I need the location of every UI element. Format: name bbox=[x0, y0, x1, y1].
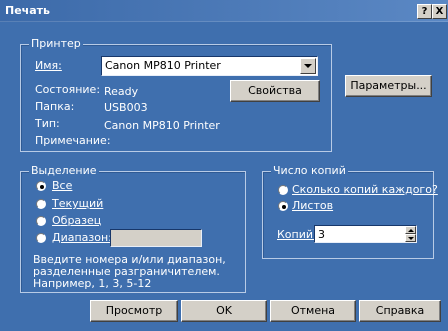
copies-label: Копий: bbox=[277, 228, 317, 241]
help-button[interactable]: Справка bbox=[359, 300, 441, 322]
print-dialog: Печать ? X Принтер Имя: Canon MP810 Prin… bbox=[0, 0, 448, 331]
option-collate-label[interactable]: Сколько копий каждого? bbox=[292, 184, 438, 196]
printer-name-dropdown[interactable]: Canon MP810 Printer bbox=[101, 56, 318, 76]
status-value: Ready bbox=[104, 85, 139, 98]
title-bar: Печать ? X bbox=[0, 0, 448, 22]
spin-down-icon[interactable] bbox=[405, 234, 416, 242]
chevron-down-icon[interactable] bbox=[300, 58, 316, 74]
printer-name-label: Имя: bbox=[35, 59, 62, 72]
close-icon[interactable]: X bbox=[432, 4, 447, 19]
preview-button[interactable]: Просмотр bbox=[90, 300, 178, 322]
radio-current[interactable] bbox=[36, 199, 46, 209]
type-value: Canon MP810 Printer bbox=[104, 119, 220, 132]
radio-range[interactable] bbox=[36, 233, 46, 243]
comment-label: Примечание: bbox=[35, 134, 111, 147]
properties-button[interactable]: Свойства bbox=[230, 80, 320, 102]
selection-group-label: Выделение bbox=[29, 164, 99, 177]
option-current-label[interactable]: Текущий bbox=[52, 198, 103, 210]
parameters-button[interactable]: Параметры... bbox=[345, 75, 432, 97]
folder-label: Папка: bbox=[35, 100, 75, 113]
printer-group-label: Принтер bbox=[29, 37, 83, 50]
copies-group-label: Число копий bbox=[271, 164, 348, 177]
option-all-label[interactable]: Все bbox=[52, 180, 72, 192]
radio-all[interactable] bbox=[36, 181, 46, 191]
copies-value: 3 bbox=[318, 228, 325, 241]
option-sample-label[interactable]: Образец bbox=[52, 215, 101, 227]
radio-sheets[interactable] bbox=[278, 201, 288, 211]
option-range-label[interactable]: Диапазон: bbox=[52, 232, 112, 244]
option-sheets-label[interactable]: Листов bbox=[292, 200, 333, 212]
cancel-button[interactable]: Отмена bbox=[270, 300, 356, 322]
folder-value: USB003 bbox=[104, 101, 148, 114]
radio-sample[interactable] bbox=[36, 216, 46, 226]
spin-up-icon[interactable] bbox=[405, 226, 416, 234]
range-hint-line-3: Например, 1, 3, 5-12 bbox=[33, 277, 152, 290]
window-title: Печать bbox=[5, 4, 50, 17]
help-icon[interactable]: ? bbox=[417, 4, 432, 19]
copies-stepper[interactable]: 3 bbox=[314, 225, 417, 243]
status-label: Состояние: bbox=[35, 83, 101, 96]
radio-collate[interactable] bbox=[278, 185, 288, 195]
ok-button[interactable]: OK bbox=[181, 300, 267, 322]
printer-name-value: Canon MP810 Printer bbox=[105, 59, 221, 72]
type-label: Тип: bbox=[35, 117, 60, 130]
range-input[interactable] bbox=[110, 229, 202, 247]
